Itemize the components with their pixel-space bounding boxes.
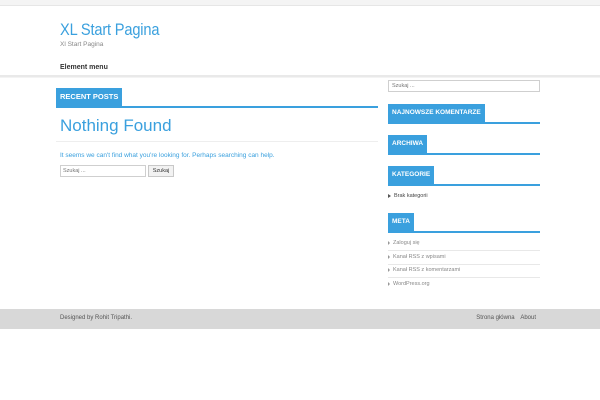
meta-item-label: WordPress.org — [393, 281, 430, 287]
widget-underline — [388, 122, 540, 124]
caret-right-icon — [388, 281, 390, 286]
widget-underline — [388, 153, 540, 155]
caret-right-icon — [388, 267, 390, 272]
widget-title-recent-comments: NAJNOWSZE KOMENTARZE — [388, 104, 485, 122]
caret-right-icon — [388, 240, 390, 245]
divider — [388, 250, 540, 251]
site-footer: Designed by Rohit Tripathi. Strona główn… — [0, 309, 600, 329]
category-item-label: Brak kategorii — [394, 193, 428, 199]
search-button[interactable]: Szukaj — [148, 165, 174, 177]
meta-item-label: Kanał RSS z komentarzami — [393, 267, 461, 273]
meta-item-login[interactable]: Zaloguj się — [388, 240, 420, 246]
caret-right-icon — [388, 193, 391, 198]
divider — [388, 277, 540, 278]
no-results-message: It seems we can't find what you're looki… — [60, 152, 275, 159]
widget-underline — [388, 231, 540, 233]
widget-title-meta: META — [388, 213, 414, 231]
meta-item-label: Kanał RSS z wpisami — [393, 254, 446, 260]
site-description: Xl Start Pagina — [60, 41, 104, 48]
meta-item-wordpress[interactable]: WordPress.org — [388, 281, 430, 287]
widget-title-categories: KATEGORIE — [388, 166, 435, 184]
meta-item-entries-rss[interactable]: Kanał RSS z wpisami — [388, 254, 446, 260]
section-title-recent-posts: RECENT POSTS — [56, 88, 123, 106]
sidebar-search-input[interactable] — [388, 80, 540, 92]
footer-designer-link[interactable]: Rohit Tripathi. — [95, 315, 132, 321]
meta-item-comments-rss[interactable]: Kanał RSS z komentarzami — [388, 267, 460, 273]
site-title[interactable]: XL Start Pagina — [60, 20, 159, 40]
footer-link-home[interactable]: Strona główna — [476, 315, 514, 321]
site-header: XL Start Pagina Xl Start Pagina Element … — [0, 6, 600, 76]
page-title: Nothing Found — [60, 116, 172, 135]
widget-title-archives: ARCHIWA — [388, 135, 428, 153]
category-item[interactable]: Brak kategorii — [388, 193, 428, 199]
menu-item-element-menu[interactable]: Element menu — [60, 64, 108, 71]
divider — [388, 264, 540, 265]
meta-item-label: Zaloguj się — [393, 240, 420, 246]
footer-credits: Designed by Rohit Tripathi. — [60, 315, 132, 321]
footer-credit-prefix: Designed by — [60, 315, 94, 321]
footer-nav: Strona główna About — [472, 315, 536, 321]
footer-link-about[interactable]: About — [520, 315, 536, 321]
caret-right-icon — [388, 254, 390, 259]
widget-underline — [388, 184, 540, 186]
search-input[interactable] — [60, 165, 146, 177]
section-title-underline — [56, 106, 378, 108]
divider — [56, 141, 378, 142]
nav-divider — [0, 75, 600, 78]
